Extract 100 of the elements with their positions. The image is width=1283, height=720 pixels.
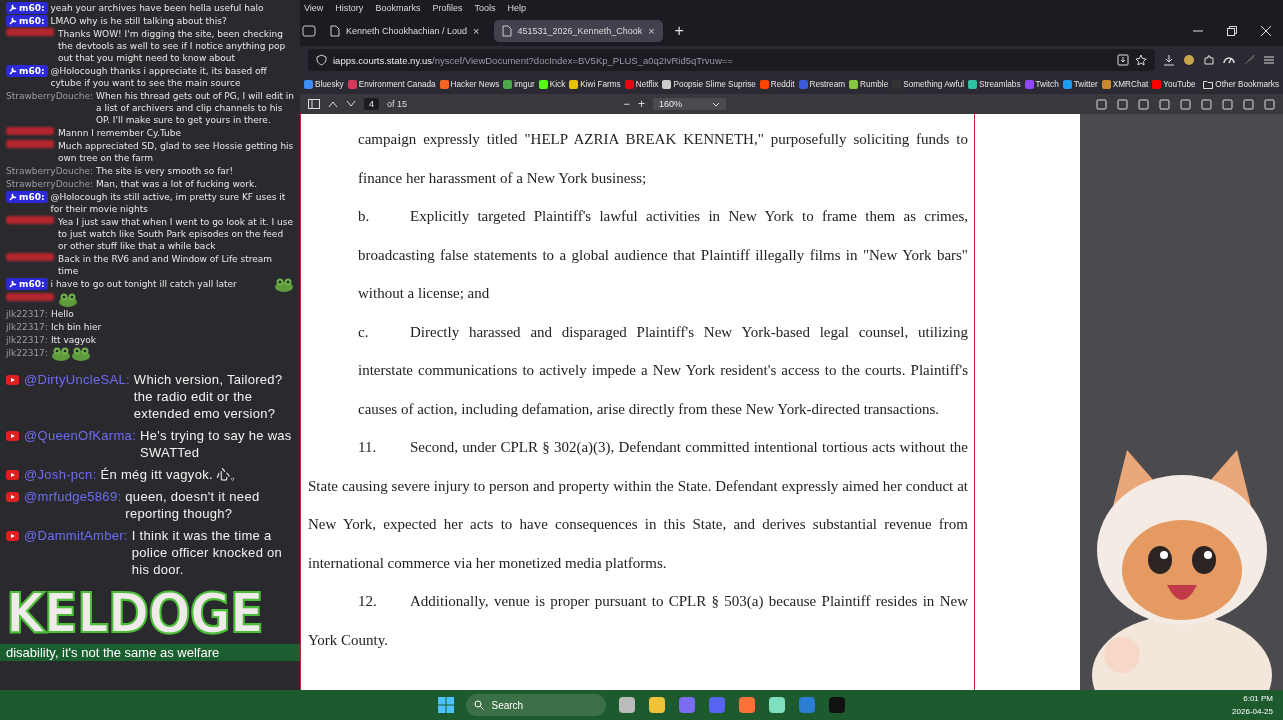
bookmark-favicon-icon	[503, 79, 513, 89]
search-icon	[473, 700, 484, 710]
wrench-icon	[9, 4, 17, 12]
bookmark-favicon-icon	[624, 79, 634, 89]
frog-emoji-icon	[274, 278, 294, 292]
menu-item[interactable]: Bookmarks	[375, 3, 421, 13]
gauge-icon[interactable]	[1223, 54, 1235, 66]
bookmark-favicon-icon	[849, 79, 858, 89]
bookmark-favicon-icon	[569, 79, 579, 89]
chat-message: Which version, Tailored? the radio edit or the extended emo version?	[133, 371, 284, 422]
taskbar-search-field[interactable]: Search	[465, 694, 606, 716]
page-icon	[501, 25, 512, 37]
browser-tab[interactable]: Kenneth Chookhachian / Loud ×	[322, 20, 488, 42]
bookmarks-folder[interactable]: Other Bookmarks	[1203, 79, 1279, 89]
bookmark-link[interactable]: Environment Canada	[347, 79, 436, 89]
menu-item[interactable]: History	[335, 3, 364, 13]
chat-message: Man, that was a lot of fucking work.	[96, 178, 259, 190]
username: StrawberryDouche:	[6, 165, 93, 177]
menu-item[interactable]: View	[304, 3, 324, 13]
wrench-icon	[9, 67, 17, 75]
restore-icon[interactable]	[1227, 26, 1237, 36]
chat-message: @Holocough its still active, im pretty sure KF uses it for their movie nights	[50, 191, 287, 215]
paragraph-text: campaign expressly titled "HELP AZRIA BREAK KENNETH," purposefully soliciting funds to finance her harassment of a New York business;	[357, 130, 968, 188]
download-icon[interactable]	[1163, 54, 1175, 66]
bookmark-link[interactable]: Restream	[798, 79, 845, 89]
wrench-icon	[9, 193, 17, 201]
chat-message: The site is very smooth so far!	[96, 165, 235, 177]
bookmark-link[interactable]: Poopsie Slime Suprise	[662, 79, 756, 89]
tab-title: 451531_2026_Kenneth_Chook	[517, 26, 643, 36]
star-icon[interactable]	[1135, 54, 1147, 66]
chat-message: queen, doesn't it need reporting though?	[125, 488, 261, 522]
page-icon	[330, 25, 340, 37]
close-icon[interactable]	[1261, 26, 1271, 36]
bookmark-favicon-icon	[1062, 79, 1072, 89]
cookie-icon[interactable]	[1183, 54, 1195, 66]
bookmark-link[interactable]: Kiwi Farms	[569, 79, 621, 89]
bookmark-link[interactable]: Netflix	[624, 79, 659, 89]
menu-icon[interactable]	[1263, 54, 1275, 66]
zoom-select[interactable]: 160%	[653, 98, 727, 110]
clock-time: 6:01 PM	[1243, 693, 1273, 705]
bookmark-favicon-icon	[662, 79, 672, 89]
username: @DirtyUncleSAL:	[24, 371, 130, 388]
chat-message: Hello	[50, 308, 75, 320]
download-page-icon[interactable]	[1117, 54, 1129, 66]
bookmark-link[interactable]: Bluesky	[304, 79, 344, 89]
menu-item[interactable]: Tools	[474, 3, 496, 13]
bookmark-link[interactable]: Hacker News	[439, 79, 500, 89]
username: jlk22317:	[6, 334, 48, 346]
blurred-username	[6, 293, 54, 301]
blurred-username	[6, 127, 54, 135]
zoom-out-button[interactable]: −	[623, 97, 631, 111]
browser-tab[interactable]: 451531_2026_Kenneth_Chook ×	[493, 20, 663, 42]
bookmark-link[interactable]: Rumble	[849, 79, 889, 89]
chat-message: Ich bin hier	[50, 321, 103, 333]
bookmark-link[interactable]: Reddit	[759, 79, 795, 89]
wrench-icon	[9, 280, 17, 288]
blurred-username	[6, 216, 54, 224]
menu-item[interactable]: Help	[507, 3, 526, 13]
username: @DammitAmber:	[24, 527, 128, 544]
chat-message: Mannn I remember Cy.Tube	[58, 127, 182, 139]
caret-icon	[712, 101, 721, 107]
tab-list-icon[interactable]	[302, 25, 316, 37]
frog-emoji-icon	[58, 293, 78, 307]
frog-emoji-icon	[50, 347, 71, 361]
paragraph-text: 12. Additionally, venue is proper pursuant to CPLR § 503(a) because Plaintiff resides in New York County.	[308, 592, 968, 650]
bookmark-link[interactable]: Something Awful	[892, 79, 965, 89]
username: jlk22317:	[6, 308, 48, 320]
bookmark-favicon-icon	[759, 79, 769, 89]
username: @Josh-pcn:	[24, 466, 97, 483]
page-number-field[interactable]: 4	[364, 98, 379, 110]
previous-page-icon[interactable]	[328, 100, 338, 108]
zoom-in-button[interactable]: +	[638, 97, 646, 111]
bookmark-favicon-icon	[798, 79, 808, 89]
bookmark-favicon-icon	[1024, 79, 1034, 89]
bookmark-link[interactable]: Streamlabs	[968, 79, 1021, 89]
bookmark-link[interactable]: XMRChat	[1101, 79, 1149, 89]
bookmark-favicon-icon	[538, 79, 548, 89]
new-tab-button[interactable]: +	[668, 22, 690, 40]
bookmark-link[interactable]: Kick	[538, 79, 566, 89]
blurred-username	[6, 140, 54, 148]
sidebar-icon[interactable]	[308, 99, 320, 109]
close-icon[interactable]: ×	[473, 25, 480, 37]
username: m60:	[19, 65, 45, 77]
bookmark-link[interactable]: YouTube	[1152, 79, 1196, 89]
bookmark-link[interactable]: Twitter	[1062, 79, 1098, 89]
address-bar[interactable]: iapps.courts.state.ny.us/nyscef/ViewDocument?docIndex=BV5Kp_PLUS_a0q2IvRid5qTrvuw==	[308, 49, 1155, 71]
username: m60:	[19, 15, 45, 27]
bookmark-link[interactable]: Twitch	[1024, 79, 1059, 89]
bookmark-favicon-icon	[439, 79, 449, 89]
bookmark-link[interactable]: imgur	[503, 79, 535, 89]
username: m60:	[19, 278, 45, 290]
close-icon[interactable]: ×	[648, 25, 655, 37]
channel-logo: KELDOGE	[6, 583, 263, 643]
windows-start-icon[interactable]	[437, 697, 454, 713]
chat-message: i have to go out tonight ill catch yall later	[50, 278, 238, 290]
username: jlk22317:	[6, 347, 48, 359]
menu-item[interactable]: Profiles	[432, 3, 463, 13]
chat-message: LMAO why is he still talking about this?	[50, 15, 228, 27]
next-page-icon[interactable]	[346, 100, 356, 108]
username: jlk22317:	[6, 321, 48, 333]
